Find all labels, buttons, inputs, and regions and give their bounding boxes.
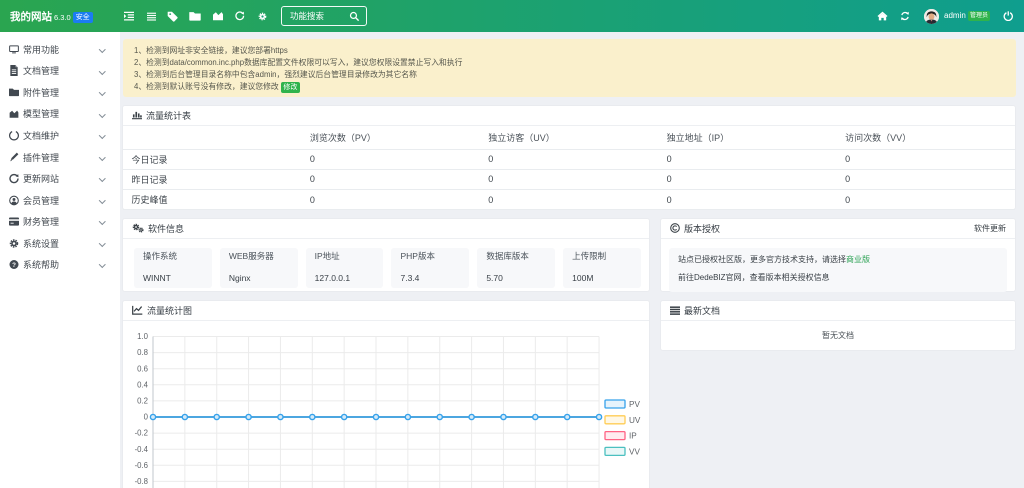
svg-text:0.4: 0.4 [137, 380, 149, 389]
svg-text:-0.4: -0.4 [135, 444, 149, 453]
svg-text:IP: IP [629, 431, 637, 440]
svg-text:?: ? [12, 262, 16, 269]
svg-text:-0.6: -0.6 [135, 460, 148, 469]
svg-text:0: 0 [144, 412, 149, 421]
svg-text:0.6: 0.6 [137, 364, 148, 373]
svg-text:-0.8: -0.8 [135, 477, 148, 486]
svg-text:0.8: 0.8 [137, 348, 148, 357]
svg-text:0.2: 0.2 [137, 396, 148, 405]
svg-text:UV: UV [629, 415, 641, 424]
svg-text:-0.2: -0.2 [135, 428, 148, 437]
svg-text:VV: VV [629, 447, 640, 456]
svg-text:1.0: 1.0 [137, 332, 149, 341]
svg-text:PV: PV [629, 400, 640, 409]
